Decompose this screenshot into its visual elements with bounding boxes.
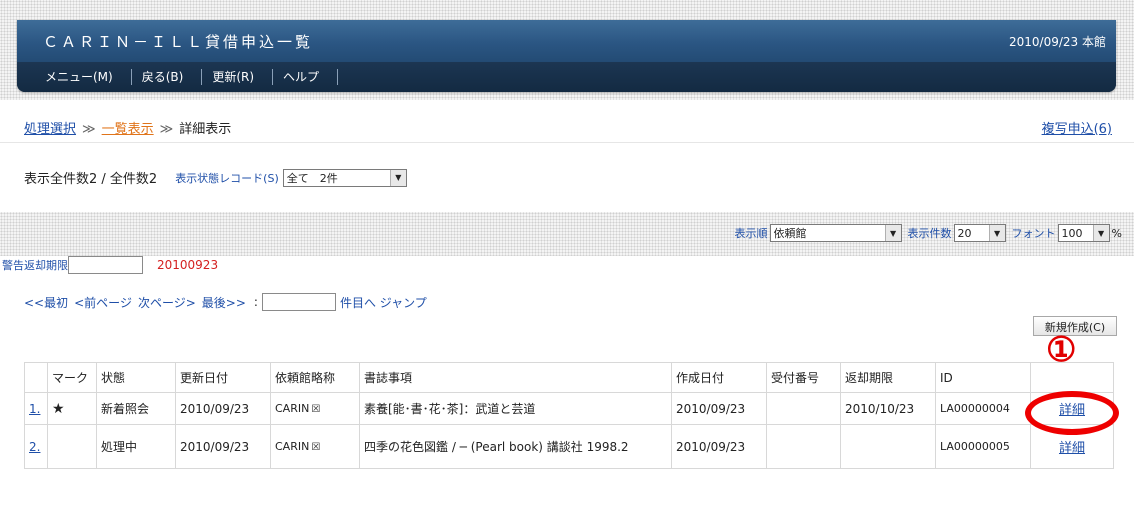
mark-star-icon: ★ <box>47 392 97 425</box>
date-branch: 2010/09/23 本館 <box>1009 35 1106 49</box>
row-created: 2010/09/23 <box>671 424 767 469</box>
breadcrumb-row: 処理選択 ≫ 一覧表示 ≫ 詳細表示 複写申込(6) <box>0 108 1134 143</box>
row-due <box>840 424 936 469</box>
app-header: ＣＡＲＩＮ－ＩＬＬ貸借申込一覧 2010/09/23 本館 メニュー(M) 戻る… <box>17 20 1116 92</box>
detail-link[interactable]: 詳細 <box>1059 441 1085 456</box>
library-flag-icon: ☒ <box>311 404 321 415</box>
menu-item-back[interactable]: 戻る(B) <box>132 69 203 85</box>
pagination: <<最初 <前ページ 次ページ> 最後>> : 件目へ ジャンプ <box>24 293 433 311</box>
per-page-label: 表示件数 <box>907 227 952 240</box>
chevron-down-icon: ▼ <box>884 225 901 241</box>
sort-order-select[interactable]: 依頼館 ▼ <box>769 224 902 242</box>
row-status: 新着照会 <box>96 392 176 425</box>
row-library: CARIN ☒ <box>270 424 360 469</box>
row-created: 2010/09/23 <box>671 392 767 425</box>
breadcrumb: 処理選択 ≫ 一覧表示 ≫ 詳細表示 <box>24 118 231 137</box>
pager-prev[interactable]: <前ページ <box>74 294 132 311</box>
column-header-mark: マーク <box>47 362 97 393</box>
row-id: LA00000005 <box>935 424 1031 469</box>
font-size-value: 100 <box>1061 226 1083 240</box>
row-receipt <box>766 392 841 425</box>
row-bibliography: 素養[能･書･花･茶]：武道と芸道 <box>359 392 672 425</box>
pager-colon: : <box>253 295 258 309</box>
status-filter-value: 全て 2件 <box>286 171 338 185</box>
warning-date: 20100923 <box>157 258 219 272</box>
records-table: マーク 状態 更新日付 依頼館略称 書誌事項 作成日付 受付番号 返却期限 ID… <box>24 362 1114 469</box>
row-id: LA00000004 <box>935 392 1031 425</box>
pager-last[interactable]: 最後>> <box>202 294 246 311</box>
font-label: フォント <box>1011 227 1056 240</box>
row-bibliography: 四季の花色図鑑 / ─ (Pearl book) 講談社 1998.2 <box>359 424 672 469</box>
row-updated: 2010/09/23 <box>175 424 271 469</box>
annotation-number: ① <box>1046 330 1077 370</box>
column-header-library: 依頼館略称 <box>270 362 360 393</box>
menu-bar: メニュー(M) 戻る(B) 更新(R) ヘルプ <box>17 62 1116 92</box>
library-flag-icon: ☒ <box>311 442 321 453</box>
breadcrumb-separator: ≫ <box>159 122 174 137</box>
sort-label: 表示順 <box>734 227 768 240</box>
record-count: 表示全件数2 / 全件数2 <box>24 172 158 187</box>
menu-item-help[interactable]: ヘルプ <box>273 69 339 85</box>
row-library: CARIN ☒ <box>270 392 360 425</box>
row-due: 2010/10/23 <box>840 392 936 425</box>
breadcrumb-process-select[interactable]: 処理選択 <box>24 122 76 137</box>
column-header-due: 返却期限 <box>840 362 936 393</box>
app-title: ＣＡＲＩＮ－ＩＬＬ貸借申込一覧 <box>43 33 314 51</box>
chevron-down-icon: ▼ <box>988 225 1005 241</box>
breadcrumb-detail-view: 詳細表示 <box>179 122 232 137</box>
status-filter-label: 表示状態レコード(S) <box>175 171 279 185</box>
table-row: 2. 処理中 2010/09/23 CARIN ☒ 四季の花色図鑑 / ─ (Pe… <box>24 424 1114 469</box>
jump-page-input[interactable] <box>261 293 336 311</box>
column-header-receipt: 受付番号 <box>766 362 841 393</box>
per-page-value: 20 <box>957 226 972 240</box>
row-receipt <box>766 424 841 469</box>
row-updated: 2010/09/23 <box>175 392 271 425</box>
sort-order-value: 依頼館 <box>773 227 807 240</box>
mark-star-icon <box>47 424 97 469</box>
menu-item-refresh[interactable]: 更新(R) <box>202 69 274 85</box>
pager-next[interactable]: 次ページ> <box>138 294 196 311</box>
menu-item-menu[interactable]: メニュー(M) <box>35 69 132 85</box>
warning-due-input[interactable] <box>68 256 143 274</box>
table-row: 1. ★ 新着照会 2010/09/23 CARIN ☒ 素養[能･書･花･茶]：… <box>24 392 1114 425</box>
column-header-no <box>24 362 48 393</box>
row-library-name: CARIN <box>275 440 310 453</box>
warning-row: 警告返却期限 20100923 <box>2 256 218 274</box>
breadcrumb-list-view[interactable]: 一覧表示 <box>102 122 154 137</box>
jump-link[interactable]: 件目へ ジャンプ <box>340 294 427 311</box>
status-filter-select[interactable]: 全て 2件 ▼ <box>282 168 407 187</box>
table-header-row: マーク 状態 更新日付 依頼館略称 書誌事項 作成日付 受付番号 返却期限 ID <box>24 362 1114 393</box>
count-row: 表示全件数2 / 全件数2 表示状態レコード(S) 全て 2件 ▼ <box>24 168 407 187</box>
row-library-name: CARIN <box>275 402 310 415</box>
chevron-down-icon: ▼ <box>1092 225 1109 241</box>
row-number-link[interactable]: 2. <box>29 440 40 454</box>
column-header-created: 作成日付 <box>671 362 767 393</box>
per-page-select[interactable]: 20 ▼ <box>953 224 1006 242</box>
column-header-status: 状態 <box>96 362 176 393</box>
annotation-highlight-ellipse <box>1025 391 1119 435</box>
warning-due-label: 警告返却期限 <box>2 259 68 272</box>
breadcrumb-separator: ≫ <box>82 122 96 137</box>
row-status: 処理中 <box>96 424 176 469</box>
display-controls: 表示順 依頼館 ▼ 表示件数 20 ▼ フォント 100 ▼ % <box>729 224 1122 242</box>
column-header-bibliography: 書誌事項 <box>359 362 672 393</box>
chevron-down-icon: ▼ <box>389 169 406 186</box>
font-size-select[interactable]: 100 ▼ <box>1057 224 1110 242</box>
row-number-link[interactable]: 1. <box>29 402 40 416</box>
column-header-id: ID <box>935 362 1031 393</box>
copy-request-link[interactable]: 複写申込(6) <box>1042 118 1112 137</box>
pager-first[interactable]: <<最初 <box>24 294 68 311</box>
font-unit: % <box>1111 226 1122 240</box>
title-bar: ＣＡＲＩＮ－ＩＬＬ貸借申込一覧 2010/09/23 本館 <box>17 20 1116 62</box>
column-header-updated: 更新日付 <box>175 362 271 393</box>
